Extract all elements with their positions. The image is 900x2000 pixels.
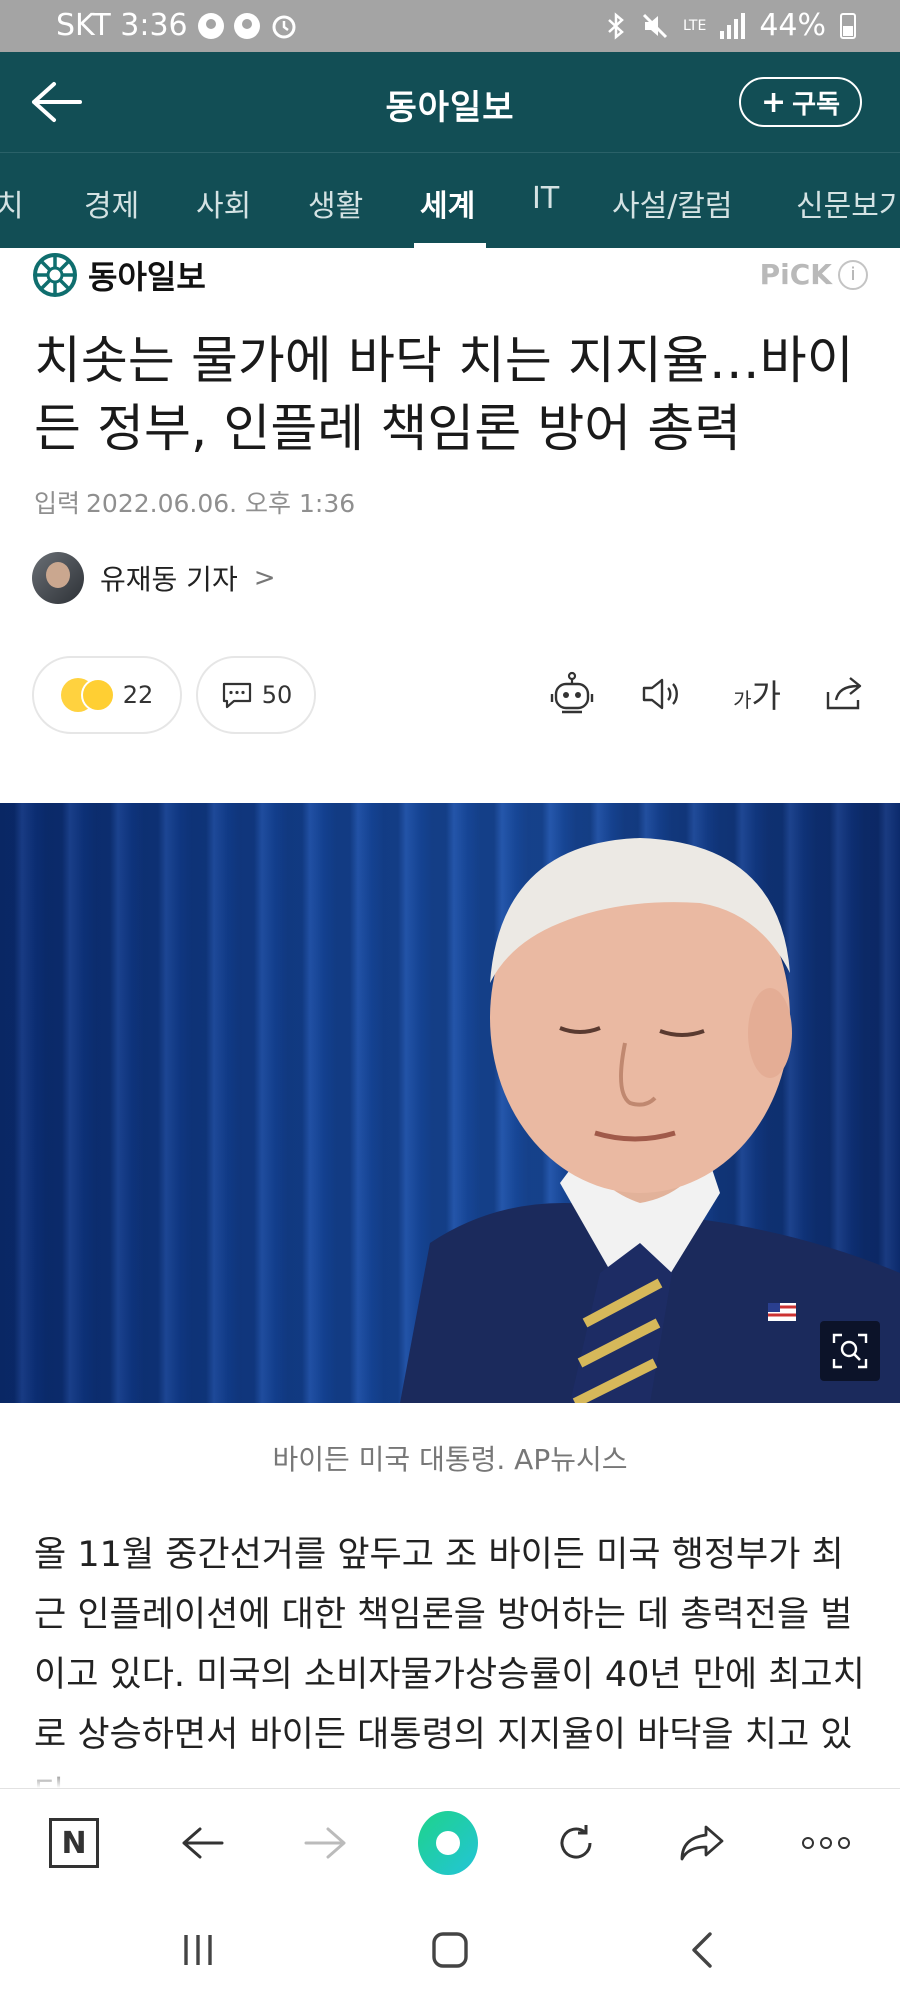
system-back-button[interactable] [672,1930,732,1970]
green-dot-button[interactable] [418,1811,478,1875]
speaker-icon [642,678,678,710]
chevron-left-icon [692,1932,712,1968]
press-logo[interactable]: 동아일보 [32,252,206,298]
status-bar: SKT 3:36 LTE 44% [0,0,900,52]
comment-count: 50 [261,681,293,709]
messenger-icon [197,12,224,39]
article-dateline: 입력 2022.06.06. 오후 1:36 [34,484,355,520]
comment-icon [222,682,251,709]
press-name: 동아일보 [88,258,206,296]
info-icon: i [838,259,868,290]
carrier-time: SKT 3:36 [56,8,188,43]
recent-apps-button[interactable] [168,1930,228,1970]
recent-apps-icon [184,1935,212,1965]
author-avatar [32,552,84,604]
font-size-small: 가 [733,688,752,712]
robot-icon [550,671,594,714]
font-size-large: 가 [751,677,781,715]
comment-button[interactable]: 50 [196,656,316,734]
chevron-right-icon: > [253,563,276,593]
browser-toolbar: N [0,1788,900,1898]
active-tab-indicator [414,243,486,248]
tab-society[interactable]: 사회 [196,181,251,225]
share-icon [826,677,862,710]
date-value: 2022.06.06. 오후 1:36 [86,489,356,518]
arrow-right-icon [304,1827,346,1859]
article-headline: 치솟는 물가에 바닥 치는 지지율…바이든 정부, 인플레 책임론 방어 총력 [34,332,854,459]
home-button[interactable] [420,1930,480,1970]
font-size-button[interactable]: 가가 [722,666,792,722]
body-fade [0,1760,900,1788]
network-type: LTE [683,17,707,34]
bluetooth-icon [608,11,624,40]
naver-n-icon: N [49,1818,99,1868]
refresh-icon [560,1825,592,1859]
share-button[interactable] [816,666,872,722]
date-label: 입력 [34,489,81,518]
zoom-image-button[interactable] [820,1321,880,1381]
magnify-icon [832,1333,868,1369]
app-header: 동아일보 + 구독 [0,52,900,152]
mute-icon [642,13,668,38]
account-icon [233,12,260,39]
reaction-count: 22 [122,681,154,709]
pick-label: PiCK [759,258,832,291]
alarm-icon [272,15,296,38]
tab-politics[interactable]: 치 [0,181,24,225]
more-dots-icon [802,1837,850,1849]
share-page-button[interactable] [672,1813,732,1873]
article-photo[interactable] [0,803,900,1403]
forward-button[interactable] [296,1813,356,1873]
home-icon [432,1932,468,1968]
refresh-button[interactable] [546,1813,606,1873]
photo-caption: 바이든 미국 대통령. AP뉴시스 [272,1443,628,1476]
arrow-left-icon [182,1827,224,1859]
tab-world[interactable]: 세계 [420,181,475,225]
status-left: SKT 3:36 [56,8,298,43]
back-button[interactable] [172,1813,232,1873]
pick-badge[interactable]: PiCK i [760,258,868,291]
green-dot-icon [418,1811,478,1875]
tab-editorial[interactable]: 사설/칼럼 [612,181,733,225]
reaction-emoji-icon [60,678,115,712]
subscribe-label: 구독 [792,89,840,120]
system-nav-bar [0,1898,900,2000]
tab-it[interactable]: IT [532,181,559,216]
tab-economy[interactable]: 경제 [84,181,139,225]
summary-bot-button[interactable] [544,666,600,722]
tab-life[interactable]: 생활 [308,181,363,225]
press-logo-icon [33,253,77,297]
listen-button[interactable] [634,666,690,722]
status-right: LTE 44% [605,8,856,43]
battery-percent: 44% [759,8,826,43]
plus-icon: + [761,84,787,120]
reaction-button[interactable]: 22 [32,656,182,734]
more-button[interactable] [796,1813,856,1873]
battery-icon [840,12,856,39]
author-link[interactable]: 유재동 기자 > [32,552,276,604]
author-name: 유재동 기자 [100,563,238,596]
subscribe-button[interactable]: + 구독 [739,77,862,127]
photo-illustration [400,838,900,1403]
surprised-emoji-icon [80,678,115,712]
category-tabs: 치 경제 사회 생활 세계 IT 사설/칼럼 신문보기 [0,152,900,248]
naver-home-button[interactable]: N [44,1813,104,1873]
font-size-icon: 가가 [733,671,781,717]
tab-newspaper[interactable]: 신문보기 [796,181,900,225]
share-arrow-icon [680,1825,724,1861]
signal-icon [720,12,746,39]
